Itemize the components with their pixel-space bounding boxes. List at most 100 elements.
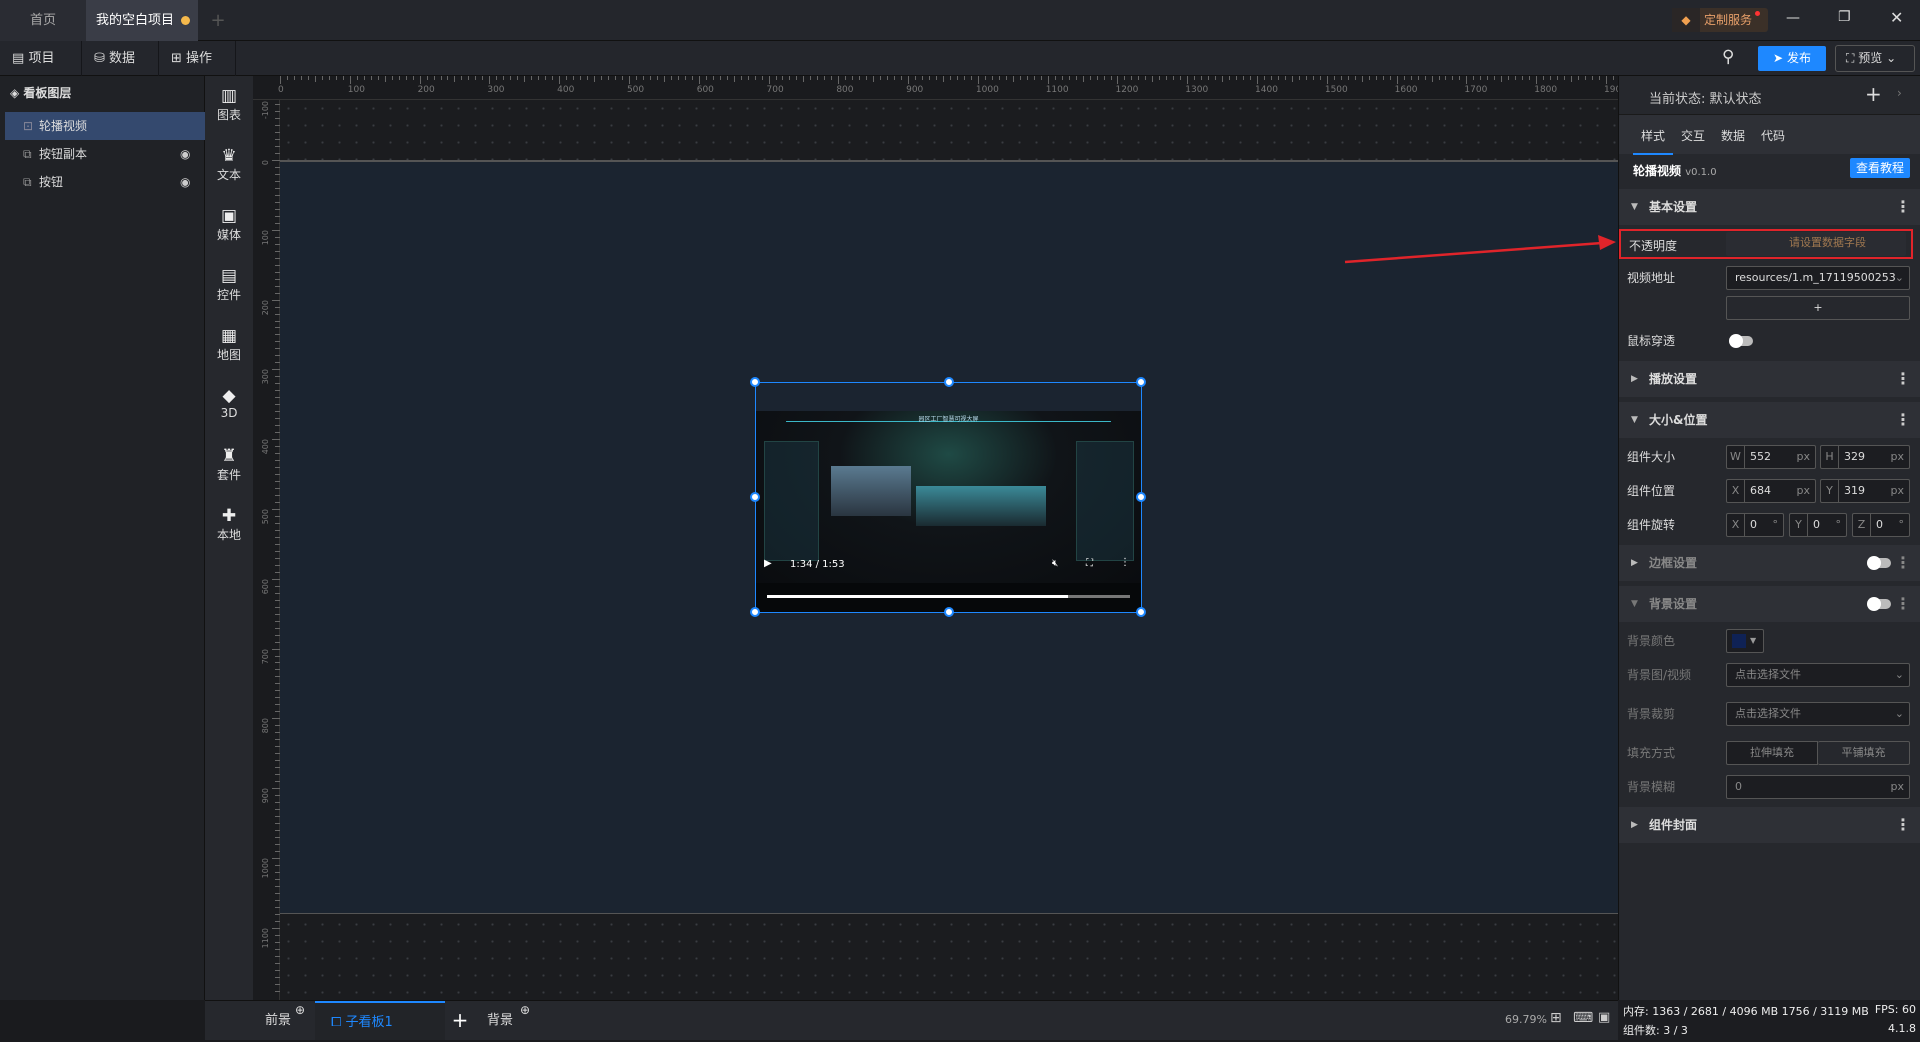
bg-image-select[interactable]: 点击选择文件 ⌄: [1726, 663, 1910, 687]
eye-hidden-icon[interactable]: ◉: [180, 140, 190, 168]
chevron-right-icon[interactable]: ›: [1897, 86, 1902, 100]
component-category[interactable]: ♜ 套件: [205, 446, 253, 483]
ruler-tick: [275, 774, 280, 776]
bg-blur-input[interactable]: 0 px: [1726, 775, 1910, 799]
tab-home[interactable]: 首页: [0, 0, 86, 41]
menu-operate[interactable]: ⊞ 操作 ⌄: [159, 41, 236, 101]
section-border[interactable]: ▶ 边框设置 ⋮: [1619, 545, 1920, 581]
tab-interaction[interactable]: 交互: [1673, 127, 1713, 144]
eye-hidden-icon[interactable]: ◉: [180, 168, 190, 196]
width-input[interactable]: W 552 px: [1726, 445, 1816, 469]
component-category[interactable]: ▥ 图表: [205, 86, 253, 123]
fullscreen-icon[interactable]: ⛶: [1086, 558, 1093, 569]
y-input[interactable]: Y 319 px: [1820, 479, 1910, 503]
keyboard-icon[interactable]: ⌨: [1573, 1010, 1593, 1026]
component-category[interactable]: ▦ 地图: [205, 326, 253, 363]
add-tab-button[interactable]: +: [206, 0, 230, 41]
section-basic[interactable]: ▼ 基本设置 ⋮: [1619, 189, 1920, 225]
tab-data[interactable]: 数据: [1713, 127, 1753, 144]
add-circle-icon[interactable]: ⊕: [520, 991, 530, 1030]
close-icon[interactable]: ✕: [1890, 8, 1903, 27]
rotate-y-input[interactable]: Y 0 °: [1789, 513, 1847, 537]
carousel-video-component[interactable]: 园区工厂智慧可视大屏 ▶ 1:34 / 1:53 🔇︎ ⛶ ⋮: [750, 377, 1146, 617]
background-toggle[interactable]: [1867, 597, 1891, 611]
resize-handle[interactable]: [1136, 607, 1146, 617]
layer-item[interactable]: ⧉ 按钮 ◉: [5, 168, 205, 196]
menu-project[interactable]: ▤ 项目 ⌄: [0, 41, 82, 101]
add-circle-icon[interactable]: ⊕: [295, 991, 305, 1030]
more-icon[interactable]: ⋮: [1895, 586, 1911, 622]
video-url-select[interactable]: resources/1.m_171195002532 ⌄: [1726, 266, 1910, 290]
layer-item[interactable]: ⧉ 按钮副本 ◉: [5, 140, 205, 168]
opacity-input[interactable]: 请设置数据字段: [1726, 232, 1906, 256]
preview-button[interactable]: ⛶ 预览 ⌄: [1835, 45, 1915, 72]
view-tutorial-button[interactable]: 查看教程: [1850, 158, 1910, 178]
resize-handle[interactable]: [944, 607, 954, 617]
more-icon[interactable]: ⋮: [1895, 807, 1911, 843]
component-category[interactable]: ▤ 控件: [205, 266, 253, 303]
tab-project[interactable]: 我的空白项目: [86, 0, 198, 41]
add-url-button[interactable]: +: [1726, 296, 1910, 320]
zoom-level[interactable]: 69.79%: [1505, 1013, 1547, 1026]
resize-handle[interactable]: [1136, 492, 1146, 502]
minimize-icon[interactable]: —: [1786, 10, 1800, 26]
unit: °: [1898, 518, 1905, 531]
category-icon: ▣: [220, 206, 238, 226]
resize-handle[interactable]: [750, 607, 760, 617]
tab-sub-board[interactable]: ⧠ 子看板1: [315, 1001, 445, 1040]
border-toggle[interactable]: [1867, 556, 1891, 570]
bg-blur-row: 背景模糊 0 px: [1619, 772, 1920, 802]
tab-style[interactable]: 样式: [1633, 127, 1673, 155]
play-icon[interactable]: ▶: [764, 558, 772, 569]
more-icon[interactable]: ⋮: [1120, 557, 1130, 568]
add-state-button[interactable]: +: [1865, 82, 1882, 106]
section-size-position[interactable]: ▼ 大小&位置 ⋮: [1619, 402, 1920, 438]
restore-icon[interactable]: ❐: [1838, 9, 1851, 25]
state-value[interactable]: 默认状态: [1710, 92, 1762, 107]
rotate-z-input[interactable]: Z 0 °: [1852, 513, 1910, 537]
add-board-button[interactable]: +: [445, 1001, 475, 1040]
layer-item[interactable]: ⊡ 轮播视频: [5, 112, 205, 140]
custom-service-button[interactable]: ◆ 定制服务: [1672, 8, 1768, 32]
menu-data[interactable]: ⛁ 数据 ⌄: [82, 41, 159, 101]
ruler-tick: [275, 390, 280, 392]
more-icon[interactable]: ⋮: [1895, 545, 1911, 581]
tab-background[interactable]: 背景 ⊕: [475, 1001, 545, 1040]
fill-stretch-button[interactable]: 拉伸填充: [1726, 741, 1818, 765]
bg-crop-select[interactable]: 点击选择文件 ⌄: [1726, 702, 1910, 726]
resize-handle[interactable]: [750, 377, 760, 387]
resize-handle[interactable]: [944, 377, 954, 387]
x-input[interactable]: X 684 px: [1726, 479, 1816, 503]
ruler-tick: [275, 557, 280, 559]
resize-handle[interactable]: [1136, 377, 1146, 387]
component-category[interactable]: ◆ 3D: [205, 386, 253, 420]
component-category[interactable]: ✚ 本地: [205, 506, 253, 543]
video-progress-bar[interactable]: [767, 595, 1130, 598]
height-input[interactable]: H 329 px: [1820, 445, 1910, 469]
terminal-icon[interactable]: ▣: [1598, 1010, 1610, 1025]
ruler-tick: [1438, 76, 1440, 80]
section-play[interactable]: ▶ 播放设置 ⋮: [1619, 361, 1920, 397]
bg-color-picker[interactable]: ▼: [1726, 629, 1764, 653]
tab-code[interactable]: 代码: [1753, 127, 1793, 144]
ruler-tick: [859, 76, 861, 80]
more-icon[interactable]: ⋮: [1895, 361, 1911, 397]
component-category[interactable]: ▣ 媒体: [205, 206, 253, 243]
ruler-label: 900: [906, 85, 924, 95]
mouse-through-toggle[interactable]: [1729, 334, 1753, 348]
ruler-tick: [1040, 76, 1042, 80]
publish-button[interactable]: ➤ 发布: [1758, 46, 1826, 71]
section-background[interactable]: ▼ 背景设置 ⋮: [1619, 586, 1920, 622]
tab-foreground[interactable]: 前景 ⊕: [205, 1001, 315, 1040]
section-cover[interactable]: ▶ 组件封面 ⋮: [1619, 807, 1920, 843]
mute-icon[interactable]: 🔇︎: [1052, 558, 1058, 569]
ruler-tick: [286, 76, 288, 80]
rotate-x-input[interactable]: X 0 °: [1726, 513, 1784, 537]
fill-tile-button[interactable]: 平铺填充: [1818, 741, 1910, 765]
fit-screen-icon[interactable]: ⊞: [1550, 1010, 1562, 1026]
search-icon[interactable]: ⚲: [1722, 47, 1734, 67]
more-icon[interactable]: ⋮: [1895, 189, 1911, 225]
more-icon[interactable]: ⋮: [1895, 402, 1911, 438]
resize-handle[interactable]: [750, 492, 760, 502]
component-category[interactable]: ♛ 文本: [205, 146, 253, 183]
